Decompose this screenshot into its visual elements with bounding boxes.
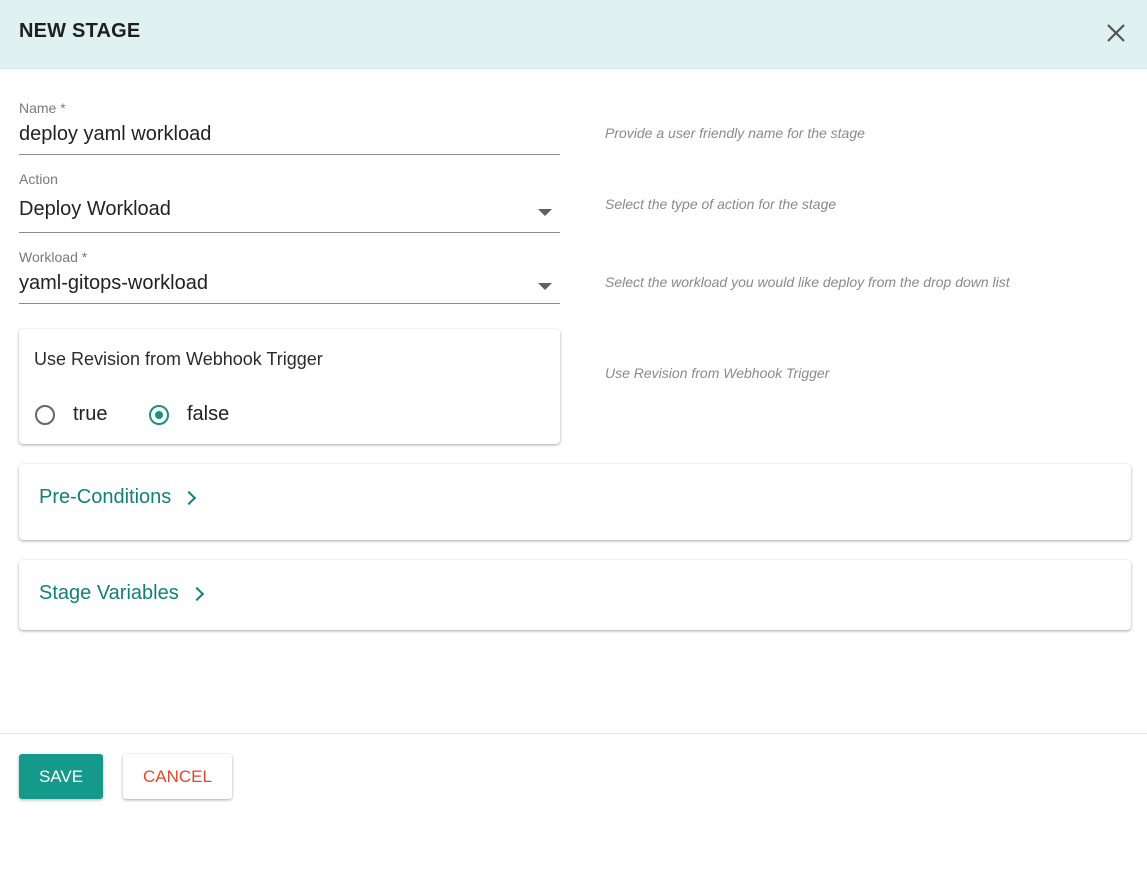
radio-false[interactable]: false <box>149 403 249 433</box>
workload-label: Workload * <box>19 249 88 265</box>
pre-conditions-title[interactable]: Pre-Conditions <box>39 486 171 509</box>
radio-true-label: true <box>73 403 108 425</box>
action-select[interactable]: Action Deploy Workload <box>19 170 560 233</box>
dropdown-arrow-icon[interactable] <box>538 209 552 216</box>
name-underline <box>19 154 560 155</box>
workload-select[interactable]: Workload * yaml-gitops-workload <box>19 248 560 304</box>
name-field[interactable]: Name * deploy yaml workload <box>19 99 560 155</box>
radio-false-circle[interactable] <box>149 405 169 425</box>
close-button[interactable] <box>1103 20 1129 46</box>
workload-underline <box>19 303 560 304</box>
pre-conditions-panel[interactable]: Pre-Conditions <box>19 464 1131 540</box>
name-input[interactable]: deploy yaml workload <box>19 123 211 146</box>
workload-hint: Select the workload you would like deplo… <box>605 274 1010 290</box>
dialog-header: NEW STAGE <box>0 0 1147 69</box>
action-value: Deploy Workload <box>19 198 171 220</box>
revision-title: Use Revision from Webhook Trigger <box>34 349 323 369</box>
radio-selected-dot <box>155 411 163 419</box>
action-underline <box>19 232 560 233</box>
action-hint: Select the type of action for the stage <box>605 196 837 212</box>
dropdown-arrow-icon[interactable] <box>538 283 552 290</box>
action-label: Action <box>19 171 58 187</box>
stage-variables-panel[interactable]: Stage Variables <box>19 560 1131 630</box>
dialog-title: NEW STAGE <box>19 20 141 42</box>
cancel-button[interactable]: CANCEL <box>123 754 232 799</box>
close-icon <box>1107 24 1125 42</box>
revision-card: Use Revision from Webhook Trigger true f… <box>19 329 560 444</box>
radio-true[interactable]: true <box>35 403 125 433</box>
chevron-right-icon[interactable] <box>189 586 205 602</box>
save-button[interactable]: SAVE <box>19 754 103 799</box>
stage-variables-title[interactable]: Stage Variables <box>39 582 179 605</box>
chevron-right-icon[interactable] <box>181 490 197 506</box>
revision-hint: Use Revision from Webhook Trigger <box>605 365 830 381</box>
footer-divider <box>0 733 1147 734</box>
name-hint: Provide a user friendly name for the sta… <box>605 125 865 141</box>
radio-false-label: false <box>187 403 230 425</box>
name-label: Name * <box>19 100 66 116</box>
radio-true-circle[interactable] <box>35 405 55 425</box>
workload-value: yaml-gitops-workload <box>19 272 208 294</box>
